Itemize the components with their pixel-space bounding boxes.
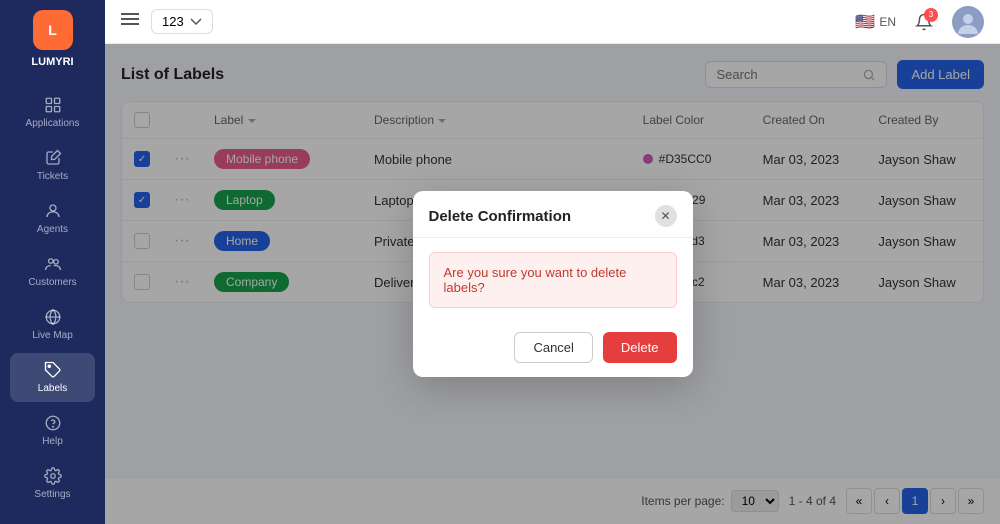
sidebar-menu: Applications Tickets Agents Customers Li…	[0, 88, 105, 514]
sidebar-label-applications: Applications	[26, 118, 80, 129]
sidebar-item-live-map[interactable]: Live Map	[10, 300, 95, 349]
sidebar-item-help[interactable]: Help	[10, 406, 95, 455]
sidebar-item-customers[interactable]: Customers	[10, 247, 95, 296]
sidebar-item-tickets[interactable]: Tickets	[10, 141, 95, 190]
logo: L	[33, 10, 73, 50]
delete-button[interactable]: Delete	[603, 332, 677, 363]
content-area: List of Labels Add Label Label	[105, 44, 1000, 524]
sidebar: L LUMYRI Applications Tickets Agents Cus…	[0, 0, 105, 524]
language-selector[interactable]: 🇺🇸 EN	[855, 12, 896, 32]
app-name: LUMYRI	[31, 56, 73, 68]
topbar: 123 🇺🇸 EN 3	[105, 0, 1000, 44]
modal-warning-text: Are you sure you want to delete labels?	[429, 252, 677, 308]
modal-close-button[interactable]: ✕	[655, 205, 677, 227]
avatar[interactable]	[952, 6, 984, 38]
flag-icon: 🇺🇸	[855, 12, 875, 32]
menu-icon[interactable]	[121, 12, 139, 31]
sidebar-label-customers: Customers	[28, 277, 76, 288]
workspace-value: 123	[162, 14, 184, 29]
modal-overlay: Delete Confirmation ✕ Are you sure you w…	[105, 44, 1000, 524]
notification-badge: 3	[924, 8, 938, 22]
sidebar-item-applications[interactable]: Applications	[10, 88, 95, 137]
sidebar-item-agents[interactable]: Agents	[10, 194, 95, 243]
sidebar-label-live-map: Live Map	[32, 330, 73, 341]
lang-code: EN	[879, 15, 896, 29]
modal-header: Delete Confirmation ✕	[413, 191, 693, 238]
notifications-button[interactable]: 3	[908, 6, 940, 38]
sidebar-item-settings[interactable]: Settings	[10, 459, 95, 508]
sidebar-label-settings: Settings	[34, 489, 70, 500]
sidebar-label-tickets: Tickets	[37, 171, 68, 182]
sidebar-label-labels: Labels	[38, 383, 67, 394]
main-area: 123 🇺🇸 EN 3 List of Labels Add Label	[105, 0, 1000, 524]
sidebar-label-help: Help	[42, 436, 63, 447]
cancel-button[interactable]: Cancel	[514, 332, 592, 363]
sidebar-label-agents: Agents	[37, 224, 68, 235]
delete-confirmation-modal: Delete Confirmation ✕ Are you sure you w…	[413, 191, 693, 377]
modal-footer: Cancel Delete	[413, 322, 693, 377]
sidebar-item-labels[interactable]: Labels	[10, 353, 95, 402]
modal-title: Delete Confirmation	[429, 208, 572, 225]
modal-body: Are you sure you want to delete labels?	[413, 238, 693, 322]
workspace-selector[interactable]: 123	[151, 9, 213, 34]
